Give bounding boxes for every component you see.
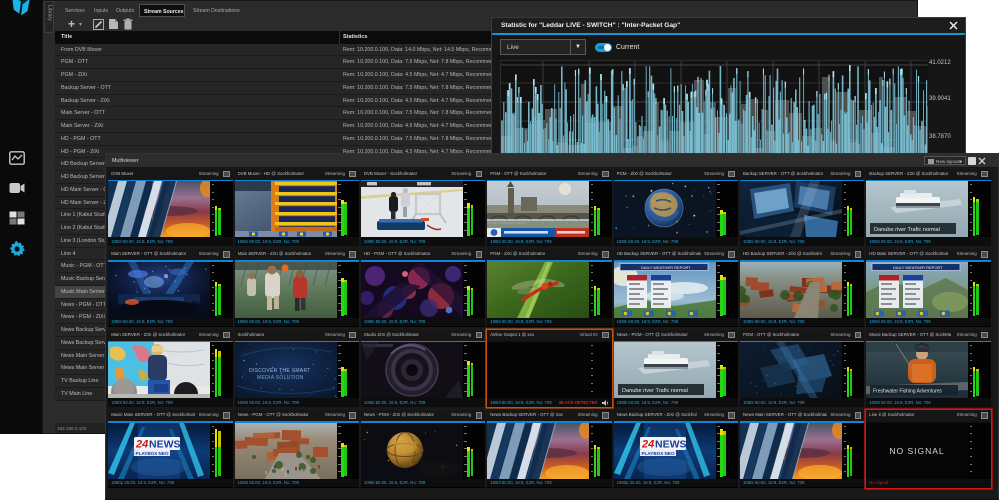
svg-text:DISCOVER THE SMART: DISCOVER THE SMART (249, 368, 311, 374)
svg-text:24: 24 (135, 438, 148, 450)
svg-text:MEDIA SOLUTION: MEDIA SOLUTION (257, 375, 304, 381)
svg-text:DAILY WEATHER REPORT: DAILY WEATHER REPORT (893, 264, 943, 269)
svg-text:NEWS: NEWS (655, 438, 687, 450)
svg-text:Danube river Trafic normal: Danube river Trafic normal (874, 227, 940, 233)
svg-text:NO SIGNAL: NO SIGNAL (890, 446, 945, 456)
svg-text:PLAYBOX NEO: PLAYBOX NEO (136, 451, 169, 456)
svg-text:Danube river Trafic normal: Danube river Trafic normal (622, 388, 688, 394)
svg-text:NEWS: NEWS (149, 438, 181, 450)
svg-text:DAILY WEATHER REPORT: DAILY WEATHER REPORT (641, 264, 691, 269)
svg-text:Freshwater Fishing Adventures: Freshwater Fishing Adventures (873, 389, 942, 395)
svg-text:PLAYBOX NEO: PLAYBOX NEO (641, 451, 674, 456)
svg-text:24: 24 (641, 438, 654, 450)
